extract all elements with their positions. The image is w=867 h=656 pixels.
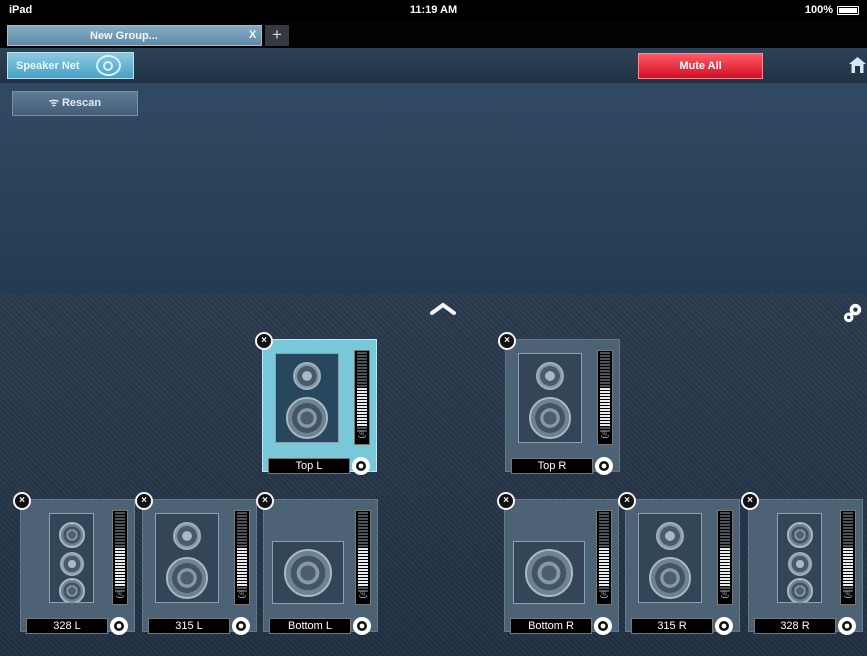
speaker-label: Bottom L: [269, 618, 351, 634]
tower-speaker-icon: [777, 513, 822, 603]
tower-speaker-icon: [49, 513, 94, 603]
battery-status: 100%: [805, 4, 859, 16]
flame-icon: ♨: [600, 429, 610, 441]
bookshelf-speaker-icon: [518, 353, 582, 443]
gear-icon[interactable]: [108, 615, 130, 637]
subwoofer-icon: [272, 541, 344, 604]
gear-icon[interactable]: [350, 455, 372, 477]
mute-all-button[interactable]: Mute All: [638, 53, 763, 79]
volume-meter[interactable]: ♨: [112, 510, 128, 605]
flame-icon: ♨: [599, 589, 609, 601]
status-bar: iPad 11:19 AM 100%: [0, 0, 867, 22]
gear-settings-icon[interactable]: [842, 302, 865, 325]
gear-icon[interactable]: [230, 615, 252, 637]
remove-speaker-button[interactable]: ×: [741, 492, 759, 510]
remove-speaker-button[interactable]: ×: [256, 492, 274, 510]
battery-icon: [837, 5, 859, 15]
volume-meter[interactable]: ♨: [354, 350, 370, 445]
bookshelf-speaker-icon: [155, 513, 219, 603]
remove-speaker-button[interactable]: ×: [618, 492, 636, 510]
volume-meter[interactable]: ♨: [234, 510, 250, 605]
chevron-up-icon[interactable]: [429, 301, 457, 315]
tab-new-group[interactable]: New Group... X: [7, 25, 262, 46]
speaker-tile-315-r[interactable]: × ♨ 315 R: [618, 492, 740, 635]
speaker-tile-bottom-l[interactable]: × ♨ Bottom L: [256, 492, 378, 635]
subwoofer-icon: [513, 541, 585, 604]
flame-icon: ♨: [237, 589, 247, 601]
speaker-label: Bottom R: [510, 618, 592, 634]
gear-icon[interactable]: [836, 615, 858, 637]
remove-speaker-button[interactable]: ×: [255, 332, 273, 350]
wifi-icon: ᯤ: [48, 97, 59, 109]
tab-close-button[interactable]: X: [249, 29, 256, 41]
volume-meter[interactable]: ♨: [355, 510, 371, 605]
volume-meter[interactable]: ♨: [597, 350, 613, 445]
remove-speaker-button[interactable]: ×: [498, 332, 516, 350]
toolbar: Speaker Net Mute All: [0, 48, 867, 83]
speaker-tile-bottom-r[interactable]: × ♨ Bottom R: [497, 492, 619, 635]
speaker-label: 328 L: [26, 618, 108, 634]
flame-icon: ♨: [358, 589, 368, 601]
gear-icon[interactable]: [592, 615, 614, 637]
rescan-button[interactable]: ᯤ Rescan: [12, 91, 138, 116]
flame-icon: ♨: [357, 429, 367, 441]
volume-meter[interactable]: ♨: [596, 510, 612, 605]
speaker-label: 328 R: [754, 618, 836, 634]
gear-icon[interactable]: [593, 455, 615, 477]
speaker-net-button[interactable]: Speaker Net: [7, 52, 134, 79]
add-tab-button[interactable]: +: [265, 25, 289, 46]
bookshelf-speaker-icon: [275, 353, 339, 443]
speaker-tile-315-l[interactable]: × ♨ 315 L: [135, 492, 257, 635]
flame-icon: ♨: [115, 589, 125, 601]
bookshelf-speaker-icon: [638, 513, 702, 603]
upper-panel: ᯤ Rescan: [0, 83, 867, 294]
speaker-label: Top L: [268, 458, 350, 474]
flame-icon: ♨: [843, 589, 853, 601]
tab-bar: New Group... X +: [0, 22, 867, 48]
speaker-tile-top-l[interactable]: × ♨ Top L: [255, 332, 377, 475]
tab-label: New Group...: [90, 30, 158, 42]
rescan-label: Rescan: [61, 97, 102, 109]
remove-speaker-button[interactable]: ×: [497, 492, 515, 510]
remove-speaker-button[interactable]: ×: [13, 492, 31, 510]
speaker-net-label: Speaker Net: [16, 59, 80, 72]
speaker-tile-328-r[interactable]: × ♨ 328 R: [741, 492, 863, 635]
speaker-tile-top-r[interactable]: × ♨ Top R: [498, 332, 620, 475]
speaker-label: 315 L: [148, 618, 230, 634]
home-icon[interactable]: [848, 56, 867, 74]
volume-meter[interactable]: ♨: [840, 510, 856, 605]
gear-icon[interactable]: [351, 615, 373, 637]
battery-percent: 100%: [804, 4, 833, 16]
speaker-label: 315 R: [631, 618, 713, 634]
flame-icon: ♨: [720, 589, 730, 601]
clock: 11:19 AM: [409, 4, 458, 16]
speaker-label: Top R: [511, 458, 593, 474]
speaker-tile-328-l[interactable]: × ♨ 328 L: [13, 492, 135, 635]
gear-icon[interactable]: [713, 615, 735, 637]
broadcast-icon: [95, 55, 121, 76]
speaker-canvas: × ♨ Top L × ♨ Top R × ♨ 328 L × ♨ 315 L …: [0, 294, 867, 656]
remove-speaker-button[interactable]: ×: [135, 492, 153, 510]
volume-meter[interactable]: ♨: [717, 510, 733, 605]
